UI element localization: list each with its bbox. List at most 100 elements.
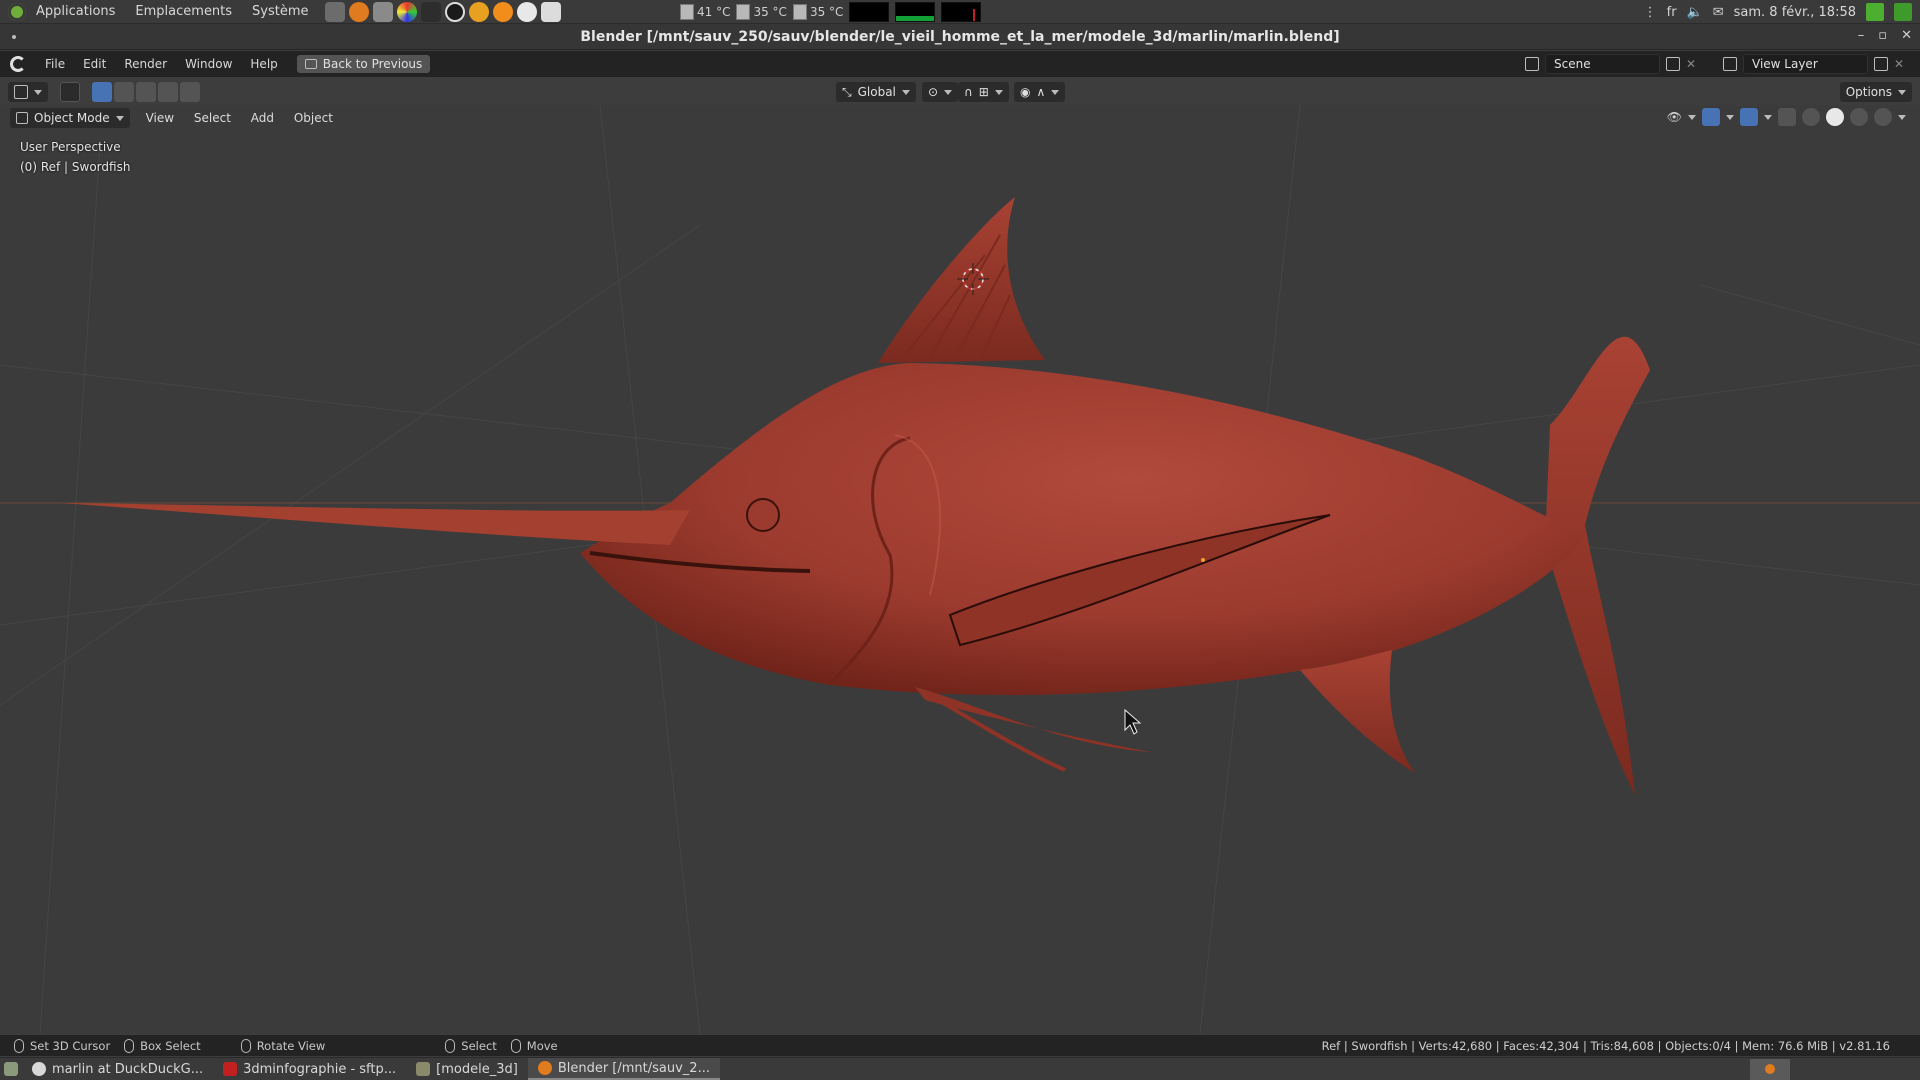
window-menu-icon[interactable] [12, 35, 16, 39]
tail-fin[interactable] [1545, 336, 1650, 795]
network-load-graph[interactable] [941, 2, 982, 22]
dorsal-fin[interactable] [878, 197, 1045, 363]
hint-label: Set 3D Cursor [30, 1038, 111, 1053]
hint-label: Box Select [140, 1038, 201, 1053]
editor-type-dropdown[interactable] [8, 82, 48, 102]
mode-dropdown[interactable]: Object Mode [10, 108, 130, 128]
cpu-load-graph[interactable] [849, 2, 890, 22]
select-tool-icon[interactable] [60, 82, 80, 102]
firefox-launcher-icon[interactable] [468, 1, 489, 22]
swordfish-bill[interactable] [60, 503, 690, 545]
blender-logo-icon[interactable] [10, 56, 26, 72]
minimize-button[interactable]: – [1858, 28, 1865, 43]
menu-edit[interactable]: Edit [74, 57, 115, 71]
mouse-right-icon [445, 1038, 456, 1053]
pivot-point-dropdown[interactable]: ⊙ [922, 82, 959, 102]
desktop-icon [4, 1062, 18, 1076]
pelvic-fin[interactable] [915, 687, 1150, 752]
keyboard-layout[interactable]: fr [1667, 5, 1677, 20]
mouse-middle-icon [240, 1038, 251, 1053]
xray-toggle-icon[interactable] [1778, 108, 1796, 126]
mouse-pointer-icon [1124, 708, 1142, 735]
material-shading-icon[interactable] [1850, 108, 1868, 126]
clock[interactable]: sam. 8 févr., 18:58 [1734, 5, 1856, 20]
wireframe-shading-icon[interactable] [1802, 108, 1820, 126]
task-label: [modele_3d] [436, 1061, 518, 1077]
scene-selector: Scene ✕ [1525, 54, 1696, 74]
viewport-scene[interactable] [0, 105, 1920, 1034]
xampp-launcher-icon[interactable] [492, 1, 513, 22]
viewport-menu-object[interactable]: Object [286, 111, 341, 125]
update-notifier-icon[interactable] [1866, 3, 1884, 21]
solid-shading-icon[interactable] [1826, 108, 1844, 126]
transform-orientation-dropdown[interactable]: ⤡ Global [836, 82, 916, 102]
gizmo-toggle-icon[interactable] [1702, 108, 1720, 126]
distro-logo-icon[interactable] [8, 2, 26, 21]
os-menu-applications[interactable]: Applications [26, 4, 125, 19]
select-extend-mode-icon[interactable] [114, 82, 134, 102]
memory-load-graph[interactable] [895, 2, 936, 22]
close-button[interactable]: ✕ [1901, 28, 1912, 43]
3d-viewport[interactable]: User Perspective (0) Ref | Swordfish [0, 105, 1920, 1034]
os-menu-places[interactable]: Emplacements [125, 4, 242, 19]
task-label: 3dminfographie - sftp... [243, 1061, 397, 1077]
viewport-menu-add[interactable]: Add [243, 111, 282, 125]
options-dropdown[interactable]: Options [1839, 82, 1912, 102]
window-titlebar: Blender [/mnt/sauv_250/sauv/blender/le_v… [0, 24, 1920, 50]
new-scene-icon[interactable] [1666, 57, 1680, 71]
rendered-shading-icon[interactable] [1874, 108, 1892, 126]
taskbar-item-browser[interactable]: marlin at DuckDuckG... [22, 1058, 213, 1080]
volume-icon[interactable]: 🔈 [1687, 5, 1703, 20]
remove-scene-icon[interactable]: ✕ [1686, 57, 1696, 71]
visibility-icon[interactable]: 👁 [1667, 110, 1682, 124]
swordfish-eye [746, 498, 780, 532]
menu-window[interactable]: Window [176, 57, 241, 71]
proportional-edit-dropdown[interactable]: ◉ ∧ [1014, 82, 1066, 102]
show-desktop-icon[interactable] [0, 1058, 22, 1080]
taskbar-item-blender[interactable]: Blender [/mnt/sauv_2... [527, 1058, 720, 1080]
swordfish-body[interactable] [580, 363, 1585, 695]
viewport-header: Object Mode View Select Add Object 👁 [0, 107, 1920, 129]
mail-icon[interactable]: ✉ [1713, 5, 1724, 20]
taskbar-item-file-manager[interactable]: [modele_3d] [406, 1058, 528, 1080]
back-to-previous-button[interactable]: Back to Previous [296, 55, 431, 73]
proportional-edit-icon: ◉ [1020, 85, 1031, 99]
viewport-menu-view[interactable]: View [138, 111, 182, 125]
tray-app-icon[interactable] [1894, 3, 1912, 21]
color-wheel-launcher-icon[interactable] [396, 1, 417, 22]
select-intersect-mode-icon[interactable] [180, 82, 200, 102]
inkscape-launcher-icon[interactable] [420, 1, 441, 22]
scene-icon[interactable] [1525, 57, 1539, 71]
text-editor-launcher-icon[interactable] [540, 1, 561, 22]
workspace-blender-icon [1765, 1064, 1775, 1074]
obs-launcher-icon[interactable] [444, 1, 465, 22]
select-new-mode-icon[interactable] [92, 82, 112, 102]
new-view-layer-icon[interactable] [1874, 57, 1888, 71]
os-menu-system[interactable]: Système [242, 4, 318, 19]
status-bar: Set 3D Cursor Box Select Rotate View Sel… [0, 1035, 1920, 1056]
select-invert-mode-icon[interactable] [158, 82, 178, 102]
gimp-launcher-icon[interactable] [372, 1, 393, 22]
panel-menu-icon[interactable]: ⋮ [1644, 5, 1657, 20]
select-subtract-mode-icon[interactable] [136, 82, 156, 102]
view-layer-field[interactable]: View Layer [1743, 54, 1868, 74]
blender-launcher-icon[interactable] [348, 1, 369, 22]
overlay-toggle-icon[interactable] [1740, 108, 1758, 126]
taskbar-item-filezilla[interactable]: 3dminfographie - sftp... [213, 1058, 406, 1080]
menu-render[interactable]: Render [115, 57, 176, 71]
app-launchers [324, 1, 561, 22]
menu-file[interactable]: File [36, 57, 74, 71]
snap-dropdown[interactable]: ∩ ⊞ [958, 82, 1009, 102]
terminal-launcher-icon[interactable] [324, 1, 345, 22]
anal-fin[interactable] [1300, 650, 1415, 773]
menu-help[interactable]: Help [241, 57, 286, 71]
workspace-switcher[interactable] [1750, 1058, 1790, 1080]
viewport-menu-select[interactable]: Select [186, 111, 239, 125]
view-layer-icon[interactable] [1723, 57, 1737, 71]
snap-increment-icon: ⊞ [978, 85, 989, 99]
maximize-button[interactable]: ▫ [1878, 28, 1887, 43]
filezilla-icon [223, 1062, 238, 1076]
remove-view-layer-icon[interactable]: ✕ [1894, 57, 1904, 71]
scene-field[interactable]: Scene [1545, 54, 1660, 74]
chromium-launcher-icon[interactable] [516, 1, 537, 22]
